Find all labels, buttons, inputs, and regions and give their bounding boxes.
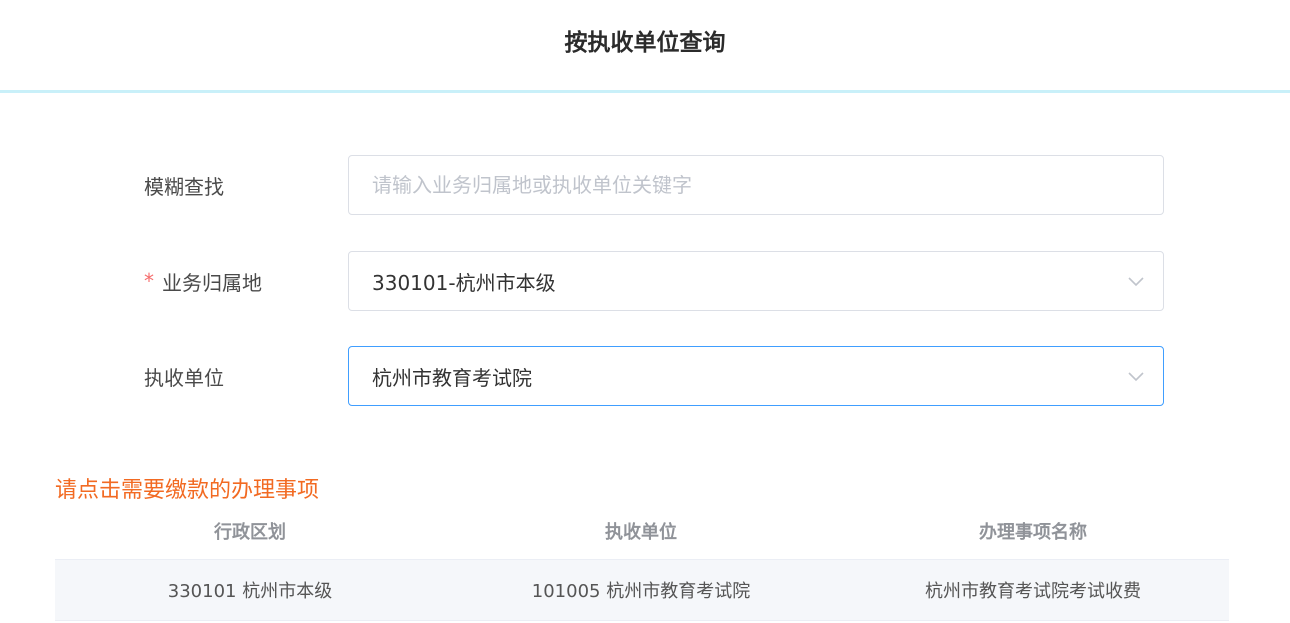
unit-select-value: 杭州市教育考试院 bbox=[372, 365, 532, 390]
column-header-unit: 执收单位 bbox=[605, 521, 677, 543]
chevron-down-icon bbox=[1128, 277, 1144, 287]
fuzzy-search-field[interactable] bbox=[348, 155, 1164, 215]
table-header: 行政区划 执收单位 办理事项名称 bbox=[55, 502, 1229, 560]
unit-row: 执收单位 杭州市教育考试院 bbox=[0, 346, 1290, 406]
region-select[interactable]: 330101-杭州市本级 bbox=[348, 251, 1164, 311]
region-row: * 业务归属地 330101-杭州市本级 bbox=[0, 251, 1290, 311]
region-label-text: 业务归属地 bbox=[162, 270, 262, 295]
cell-item: 杭州市教育考试院考试收费 bbox=[925, 581, 1141, 602]
column-header-region: 行政区划 bbox=[214, 521, 286, 543]
results-table: 行政区划 执收单位 办理事项名称 330101 杭州市本级 101005 杭州市… bbox=[55, 502, 1229, 621]
region-select-value: 330101-杭州市本级 bbox=[372, 270, 556, 295]
unit-label: 执收单位 bbox=[144, 346, 224, 406]
region-label: * 业务归属地 bbox=[144, 251, 262, 311]
fuzzy-search-row: 模糊查找 bbox=[0, 155, 1290, 215]
notice-text: 请点击需要缴款的办理事项 bbox=[55, 478, 320, 503]
fuzzy-search-label-text: 模糊查找 bbox=[144, 174, 224, 199]
fuzzy-search-label: 模糊查找 bbox=[144, 155, 224, 215]
unit-select[interactable]: 杭州市教育考试院 bbox=[348, 346, 1164, 406]
page-header: 按执收单位查询 bbox=[0, 0, 1290, 93]
page-title: 按执收单位查询 bbox=[564, 30, 726, 56]
required-mark: * bbox=[144, 269, 154, 293]
cell-unit: 101005 杭州市教育考试院 bbox=[531, 581, 751, 602]
column-header-item: 办理事项名称 bbox=[979, 521, 1087, 543]
cell-region: 330101 杭州市本级 bbox=[167, 581, 333, 602]
table-row[interactable]: 330101 杭州市本级 101005 杭州市教育考试院 杭州市教育考试院考试收… bbox=[55, 560, 1229, 621]
fuzzy-search-input[interactable] bbox=[372, 156, 1163, 214]
unit-label-text: 执收单位 bbox=[144, 365, 224, 390]
chevron-down-icon bbox=[1128, 372, 1144, 382]
